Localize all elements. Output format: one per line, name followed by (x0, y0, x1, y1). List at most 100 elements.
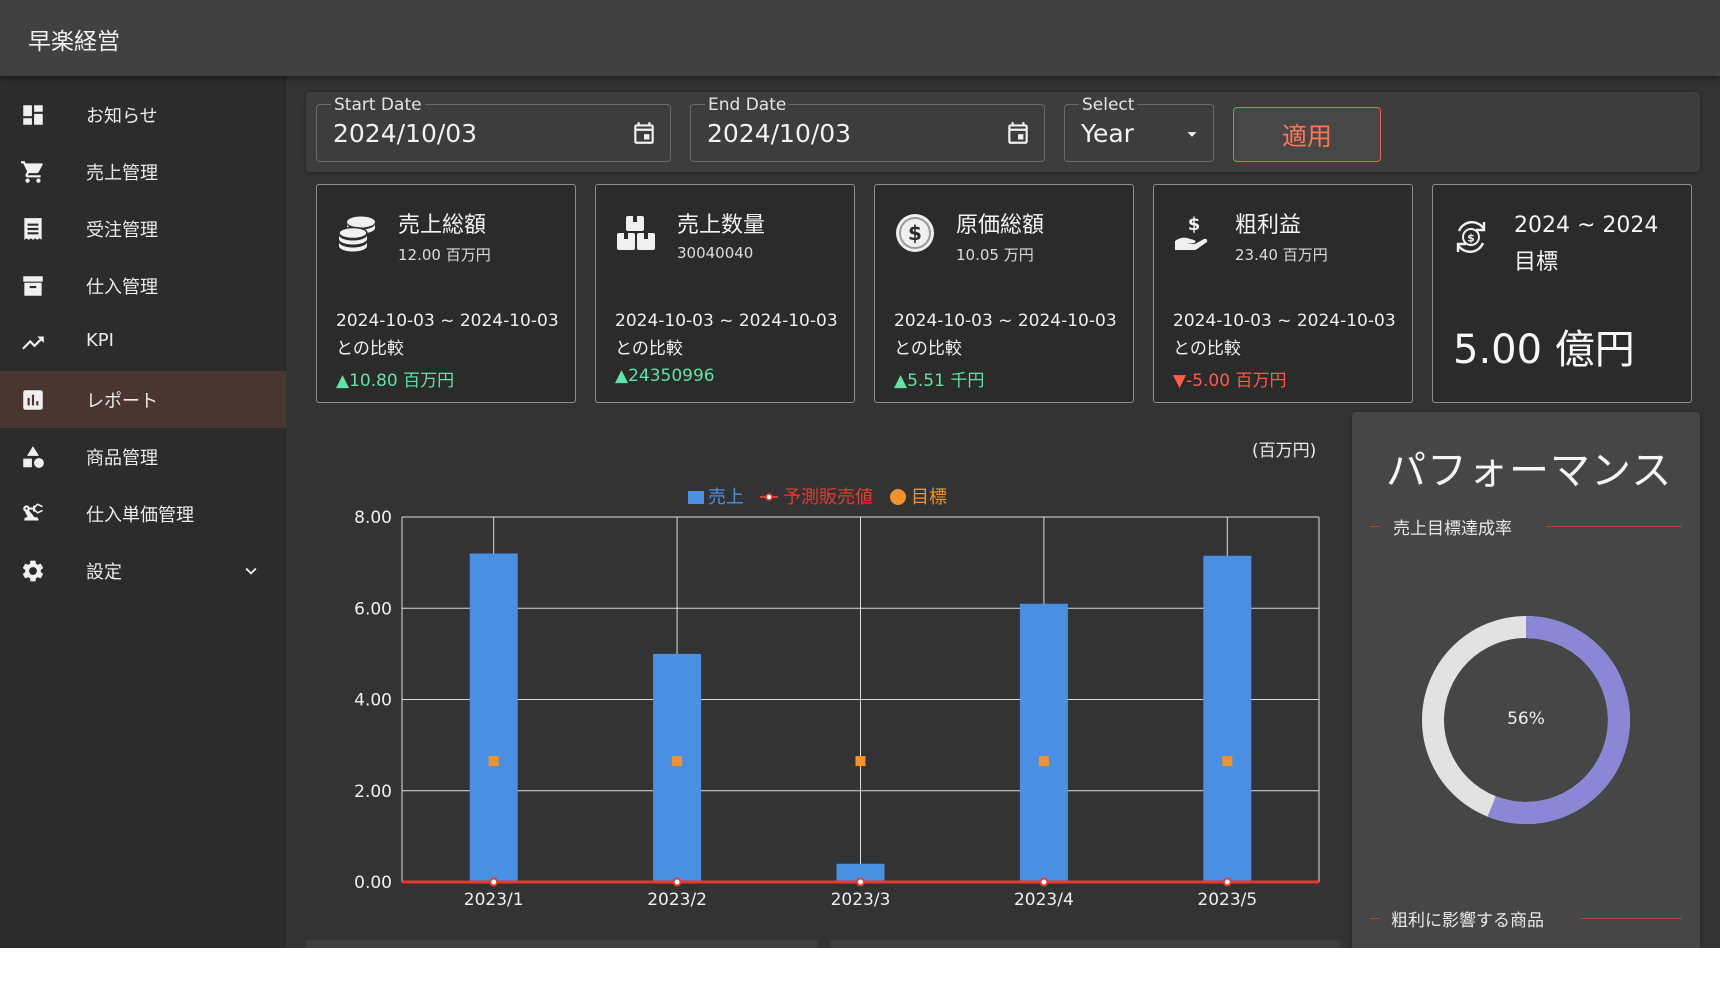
divider-line (1370, 526, 1380, 527)
y-tick-label: 0.00 (354, 873, 392, 893)
sidebar-item-unit-price[interactable]: 仕入単価管理 (0, 485, 286, 542)
period-select-value[interactable]: Year (1081, 119, 1134, 148)
divider-line (1546, 526, 1682, 527)
app-root: 早楽経営 お知らせ 売上管理 受注管理 仕入管理 KPI レポート 商品管理 仕… (0, 0, 1720, 948)
card-comparison-range: 2024-10-03 ~ 2024-10-03との比較 (615, 311, 838, 359)
card-value: 30040040 (677, 244, 754, 262)
card-delta: ▲5.51 千円 (894, 371, 985, 391)
end-date-field[interactable]: End Date 2024/10/03 (690, 96, 1045, 162)
x-tick-label: 2023/3 (831, 890, 891, 910)
target-period: 2024 ~ 2024 目標 (1514, 213, 1659, 275)
target-value: 5.00 億円 (1453, 327, 1635, 373)
sidebar-item-label: 売上管理 (86, 163, 158, 184)
end-date-label: End Date (705, 96, 790, 114)
x-tick-label: 2023/2 (647, 890, 707, 910)
end-date-value[interactable]: 2024/10/03 (707, 119, 851, 148)
dollar-circle-icon: $ (896, 214, 934, 252)
sidebar-item-label: 設定 (86, 562, 122, 583)
dashboard-icon (23, 105, 43, 125)
start-date-value[interactable]: 2024/10/03 (333, 119, 477, 148)
legend-label-forecast: 予測販売値 (783, 487, 873, 508)
target-point (488, 756, 499, 767)
x-tick-label: 2023/1 (464, 890, 524, 910)
divider-line (1580, 918, 1682, 919)
target-point (1038, 756, 1049, 767)
kpi-card-sales-quantity: 売上数量 30040040 2024-10-03 ~ 2024-10-03との比… (595, 184, 855, 403)
sales-chart: (百万円) 0.00 2.00 4.00 6.00 8.00 2023/1 2023/2 20… (300, 420, 1340, 948)
y-tick-label: 2.00 (354, 782, 392, 802)
sales-chart-svg: 0.00 2.00 4.00 6.00 8.00 2023/1 2023/2 2023/3 20… (354, 487, 1320, 910)
forecast-point (1222, 877, 1232, 887)
sidebar-item-sales[interactable]: 売上管理 (0, 143, 286, 200)
performance-title: パフォーマンス (1386, 448, 1673, 494)
sidebar-item-kpi[interactable]: KPI (0, 314, 286, 371)
sidebar: お知らせ 売上管理 受注管理 仕入管理 KPI レポート 商品管理 仕入単価管理… (0, 76, 286, 948)
target-point (672, 756, 683, 767)
achievement-label: 売上目標達成率 (1393, 519, 1512, 539)
sidebar-item-notices[interactable]: お知らせ (0, 86, 286, 143)
cart-icon (21, 161, 43, 183)
card-comparison-range: 2024-10-03 ~ 2024-10-03との比較 (336, 311, 559, 359)
sidebar-item-label: お知らせ (86, 106, 158, 127)
forecast-point (856, 877, 865, 887)
legend-swatch-forecast-dot (765, 493, 773, 501)
bottom-panel-left (306, 940, 818, 948)
period-select[interactable]: Select Year (1064, 96, 1214, 162)
kpi-card-cost-total: $ 原価総額 10.05 万円 2024-10-03 ~ 2024-10-03と… (874, 184, 1134, 403)
card-title: 売上数量 (677, 213, 766, 238)
sidebar-item-settings[interactable]: 設定 (0, 542, 286, 599)
sidebar-item-purchasing[interactable]: 仕入管理 (0, 257, 286, 314)
sidebar-item-label: 仕入管理 (86, 277, 158, 298)
dollar-cycle-icon: $ (1456, 221, 1486, 253)
achievement-divider: 売上目標達成率 (1370, 514, 1682, 539)
dropdown-arrow-icon[interactable] (1181, 123, 1203, 145)
period-select-label: Select (1079, 96, 1138, 114)
x-tick-label: 2023/5 (1197, 890, 1257, 910)
sidebar-item-report[interactable]: レポート (0, 371, 286, 428)
card-comparison-range: 2024-10-03 ~ 2024-10-03との比較 (1173, 311, 1396, 359)
svg-text:$: $ (908, 221, 922, 245)
bar-sales (1019, 603, 1068, 882)
card-value: 12.00 百万円 (398, 246, 491, 264)
filter-bar: Start Date 2024/10/03 End Date 2024/10/0… (306, 92, 1700, 172)
achievement-percent: 56% (1507, 709, 1545, 729)
sidebar-item-label: レポート (86, 391, 158, 412)
sidebar-item-label: 受注管理 (86, 220, 158, 241)
y-tick-label: 6.00 (354, 599, 392, 619)
calendar-icon[interactable] (1005, 120, 1031, 146)
y-tick-label: 4.00 (354, 691, 392, 711)
receipt-icon (24, 218, 42, 240)
legend-swatch-target (890, 489, 906, 505)
bar-sales (469, 553, 518, 882)
card-delta: ▲24350996 (615, 366, 715, 386)
sidebar-item-orders[interactable]: 受注管理 (0, 200, 286, 257)
chevron-down-icon[interactable] (240, 560, 262, 582)
start-date-label: Start Date (331, 96, 425, 114)
card-value: 10.05 万円 (956, 246, 1034, 264)
performance-panel: パフォーマンス 売上目標達成率 56% 粗利に影響する商品 (1352, 412, 1700, 948)
archive-icon (23, 276, 43, 296)
x-tick-label: 2023/4 (1014, 890, 1074, 910)
forecast-point (1039, 877, 1049, 887)
sidebar-item-label: KPI (86, 330, 114, 351)
calendar-icon[interactable] (631, 120, 657, 146)
card-title: 粗利益 (1235, 213, 1302, 238)
products-divider: 粗利に影響する商品 (1370, 906, 1682, 931)
divider-line (1370, 918, 1380, 919)
apply-button[interactable]: 適用 (1233, 107, 1381, 162)
svg-text:$: $ (1188, 214, 1201, 235)
card-delta: ▼-5.00 百万円 (1173, 371, 1287, 391)
kpi-card-sales-total: 売上総額 12.00 百万円 2024-10-03 ~ 2024-10-03との… (316, 184, 576, 403)
gear-icon (22, 560, 44, 582)
y-tick-label: 8.00 (354, 508, 392, 528)
bar-sales (1203, 555, 1252, 882)
svg-text:$: $ (1467, 232, 1475, 245)
card-comparison-range: 2024-10-03 ~ 2024-10-03との比較 (894, 311, 1117, 359)
sidebar-item-products[interactable]: 商品管理 (0, 428, 286, 485)
bar-sales (653, 653, 702, 882)
sidebar-item-label: 仕入単価管理 (86, 505, 194, 526)
legend-swatch-sales (688, 491, 704, 504)
start-date-field[interactable]: Start Date 2024/10/03 (316, 96, 671, 162)
kpi-card-target: $ 2024 ~ 2024 目標 5.00 億円 (1432, 184, 1692, 403)
target-point (855, 756, 866, 767)
